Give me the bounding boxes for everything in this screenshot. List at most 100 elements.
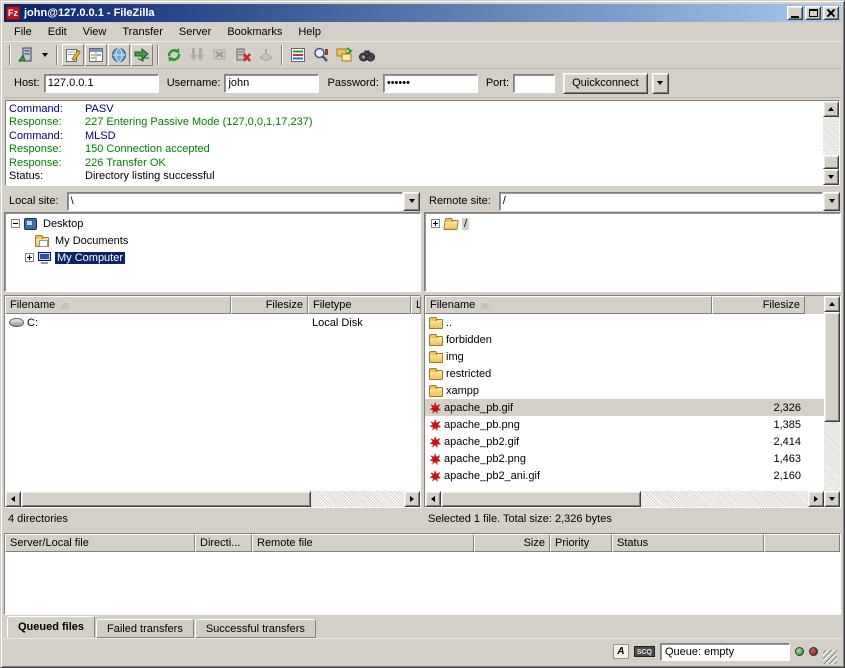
menu-server[interactable]: Server [171, 24, 219, 40]
resize-grip[interactable] [823, 650, 837, 664]
scrollbar-thumb[interactable] [441, 491, 641, 507]
column-last-modified[interactable]: L [411, 296, 421, 314]
site-manager-button[interactable] [15, 44, 37, 66]
column-filename[interactable]: Filename [5, 296, 231, 314]
tree-item-root[interactable]: / [425, 215, 840, 232]
scroll-right-icon[interactable] [404, 491, 420, 507]
collapse-icon[interactable] [11, 219, 20, 228]
file-row[interactable]: img [425, 348, 824, 365]
column-size[interactable]: Size [474, 534, 550, 552]
scrollbar-track[interactable] [641, 491, 808, 507]
reconnect-button[interactable] [255, 44, 277, 66]
quickconnect-button[interactable]: Quickconnect [563, 73, 648, 94]
local-site-dropdown-button[interactable] [403, 192, 420, 211]
column-status[interactable]: Status [612, 534, 764, 552]
toggle-message-log-button[interactable] [62, 44, 84, 66]
minimize-button[interactable] [787, 6, 803, 20]
site-manager-icon [17, 46, 35, 64]
expand-icon[interactable] [431, 219, 440, 228]
image-file-icon [429, 453, 441, 465]
file-row[interactable]: apache_pb2.gif 2,414 [425, 433, 824, 450]
tab-failed-transfers[interactable]: Failed transfers [96, 619, 194, 638]
scrollbar-track[interactable] [311, 491, 404, 507]
column-filesize[interactable]: Filesize [231, 296, 308, 314]
cancel-button[interactable] [209, 44, 231, 66]
tree-item-desktop[interactable]: Desktop [5, 215, 420, 232]
column-direction[interactable]: Directi... [195, 534, 252, 552]
menu-help[interactable]: Help [290, 24, 329, 40]
scroll-left-icon[interactable] [5, 491, 21, 507]
scroll-down-icon[interactable] [824, 491, 840, 507]
scrollbar-thumb[interactable] [824, 312, 840, 422]
queue-body [5, 552, 840, 614]
refresh-button[interactable] [163, 44, 185, 66]
menu-view[interactable]: View [75, 24, 115, 40]
directory-comparison-button[interactable] [356, 44, 378, 66]
titlebar[interactable]: Fz john@127.0.0.1 - FileZilla [4, 4, 841, 22]
scroll-right-icon[interactable] [808, 491, 824, 507]
tab-queued-files[interactable]: Queued files [7, 616, 95, 638]
toggle-local-tree-button[interactable] [85, 44, 107, 66]
column-filesize[interactable]: Filesize [712, 296, 805, 314]
local-site-combo[interactable] [67, 192, 420, 211]
local-horizontal-scrollbar[interactable] [5, 491, 420, 507]
scroll-up-icon[interactable] [824, 296, 840, 312]
window-controls [787, 6, 839, 20]
port-input[interactable] [513, 74, 555, 93]
host-input[interactable] [44, 74, 159, 93]
remote-horizontal-scrollbar[interactable] [425, 491, 824, 507]
remote-site-dropdown-button[interactable] [823, 192, 840, 211]
remote-vertical-scrollbar[interactable] [824, 296, 840, 507]
column-priority[interactable]: Priority [550, 534, 612, 552]
site-manager-dropdown-button[interactable] [38, 44, 52, 66]
password-input[interactable] [383, 74, 478, 93]
log-scrollbar[interactable] [823, 101, 839, 185]
find-files-button[interactable] [310, 44, 332, 66]
scroll-left-icon[interactable] [425, 491, 441, 507]
remote-site-combo[interactable] [499, 192, 840, 211]
scrollbar-thumb[interactable] [823, 155, 839, 169]
scrollbar-track[interactable] [823, 117, 839, 155]
process-queue-button[interactable] [186, 44, 208, 66]
quickconnect-dropdown-button[interactable] [652, 73, 669, 94]
file-row[interactable]: .. [425, 314, 824, 331]
file-row[interactable]: forbidden [425, 331, 824, 348]
scrollbar-thumb[interactable] [21, 491, 311, 507]
menu-edit[interactable]: Edit [40, 24, 75, 40]
tree-item-my-documents[interactable]: My Documents [5, 232, 420, 249]
scrollbar-track[interactable] [824, 422, 840, 491]
file-row[interactable]: apache_pb.png 1,385 [425, 416, 824, 433]
column-remote-file[interactable]: Remote file [252, 534, 474, 552]
file-row[interactable]: apache_pb2.png 1,463 [425, 450, 824, 467]
scroll-up-icon[interactable] [823, 101, 839, 117]
username-input[interactable] [224, 74, 319, 93]
file-row[interactable]: xampp [425, 382, 824, 399]
file-row[interactable]: apache_pb2_ani.gif 2,160 [425, 467, 824, 484]
toggle-remote-tree-button[interactable] [108, 44, 130, 66]
column-filetype[interactable]: Filetype [308, 296, 411, 314]
image-file-icon [429, 470, 441, 482]
disconnect-icon [234, 46, 252, 64]
column-server-local-file[interactable]: Server/Local file [5, 534, 195, 552]
file-row-selected[interactable]: apache_pb.gif 2,326 [425, 399, 824, 416]
file-row-c-drive[interactable]: C: Local Disk [5, 314, 420, 331]
scroll-down-icon[interactable] [823, 169, 839, 185]
menu-bookmarks[interactable]: Bookmarks [219, 24, 290, 40]
expand-icon[interactable] [25, 253, 34, 262]
column-filename[interactable]: Filename [425, 296, 712, 314]
menu-transfer[interactable]: Transfer [114, 24, 171, 40]
tree-item-my-computer[interactable]: My Computer [5, 249, 420, 266]
remote-site-input[interactable] [499, 192, 823, 211]
toggle-transfer-queue-button[interactable] [131, 44, 153, 66]
log-line: Command:PASV [9, 103, 820, 116]
close-button[interactable] [823, 6, 839, 20]
maximize-button[interactable] [805, 6, 821, 20]
menu-file[interactable]: File [6, 24, 40, 40]
tab-successful-transfers[interactable]: Successful transfers [195, 619, 316, 638]
local-site-input[interactable] [67, 192, 403, 211]
local-status-text: 4 directories [4, 510, 421, 530]
file-row[interactable]: restricted [425, 365, 824, 382]
synchronized-browsing-button[interactable] [333, 44, 355, 66]
directory-listing-filter-button[interactable] [287, 44, 309, 66]
disconnect-button[interactable] [232, 44, 254, 66]
